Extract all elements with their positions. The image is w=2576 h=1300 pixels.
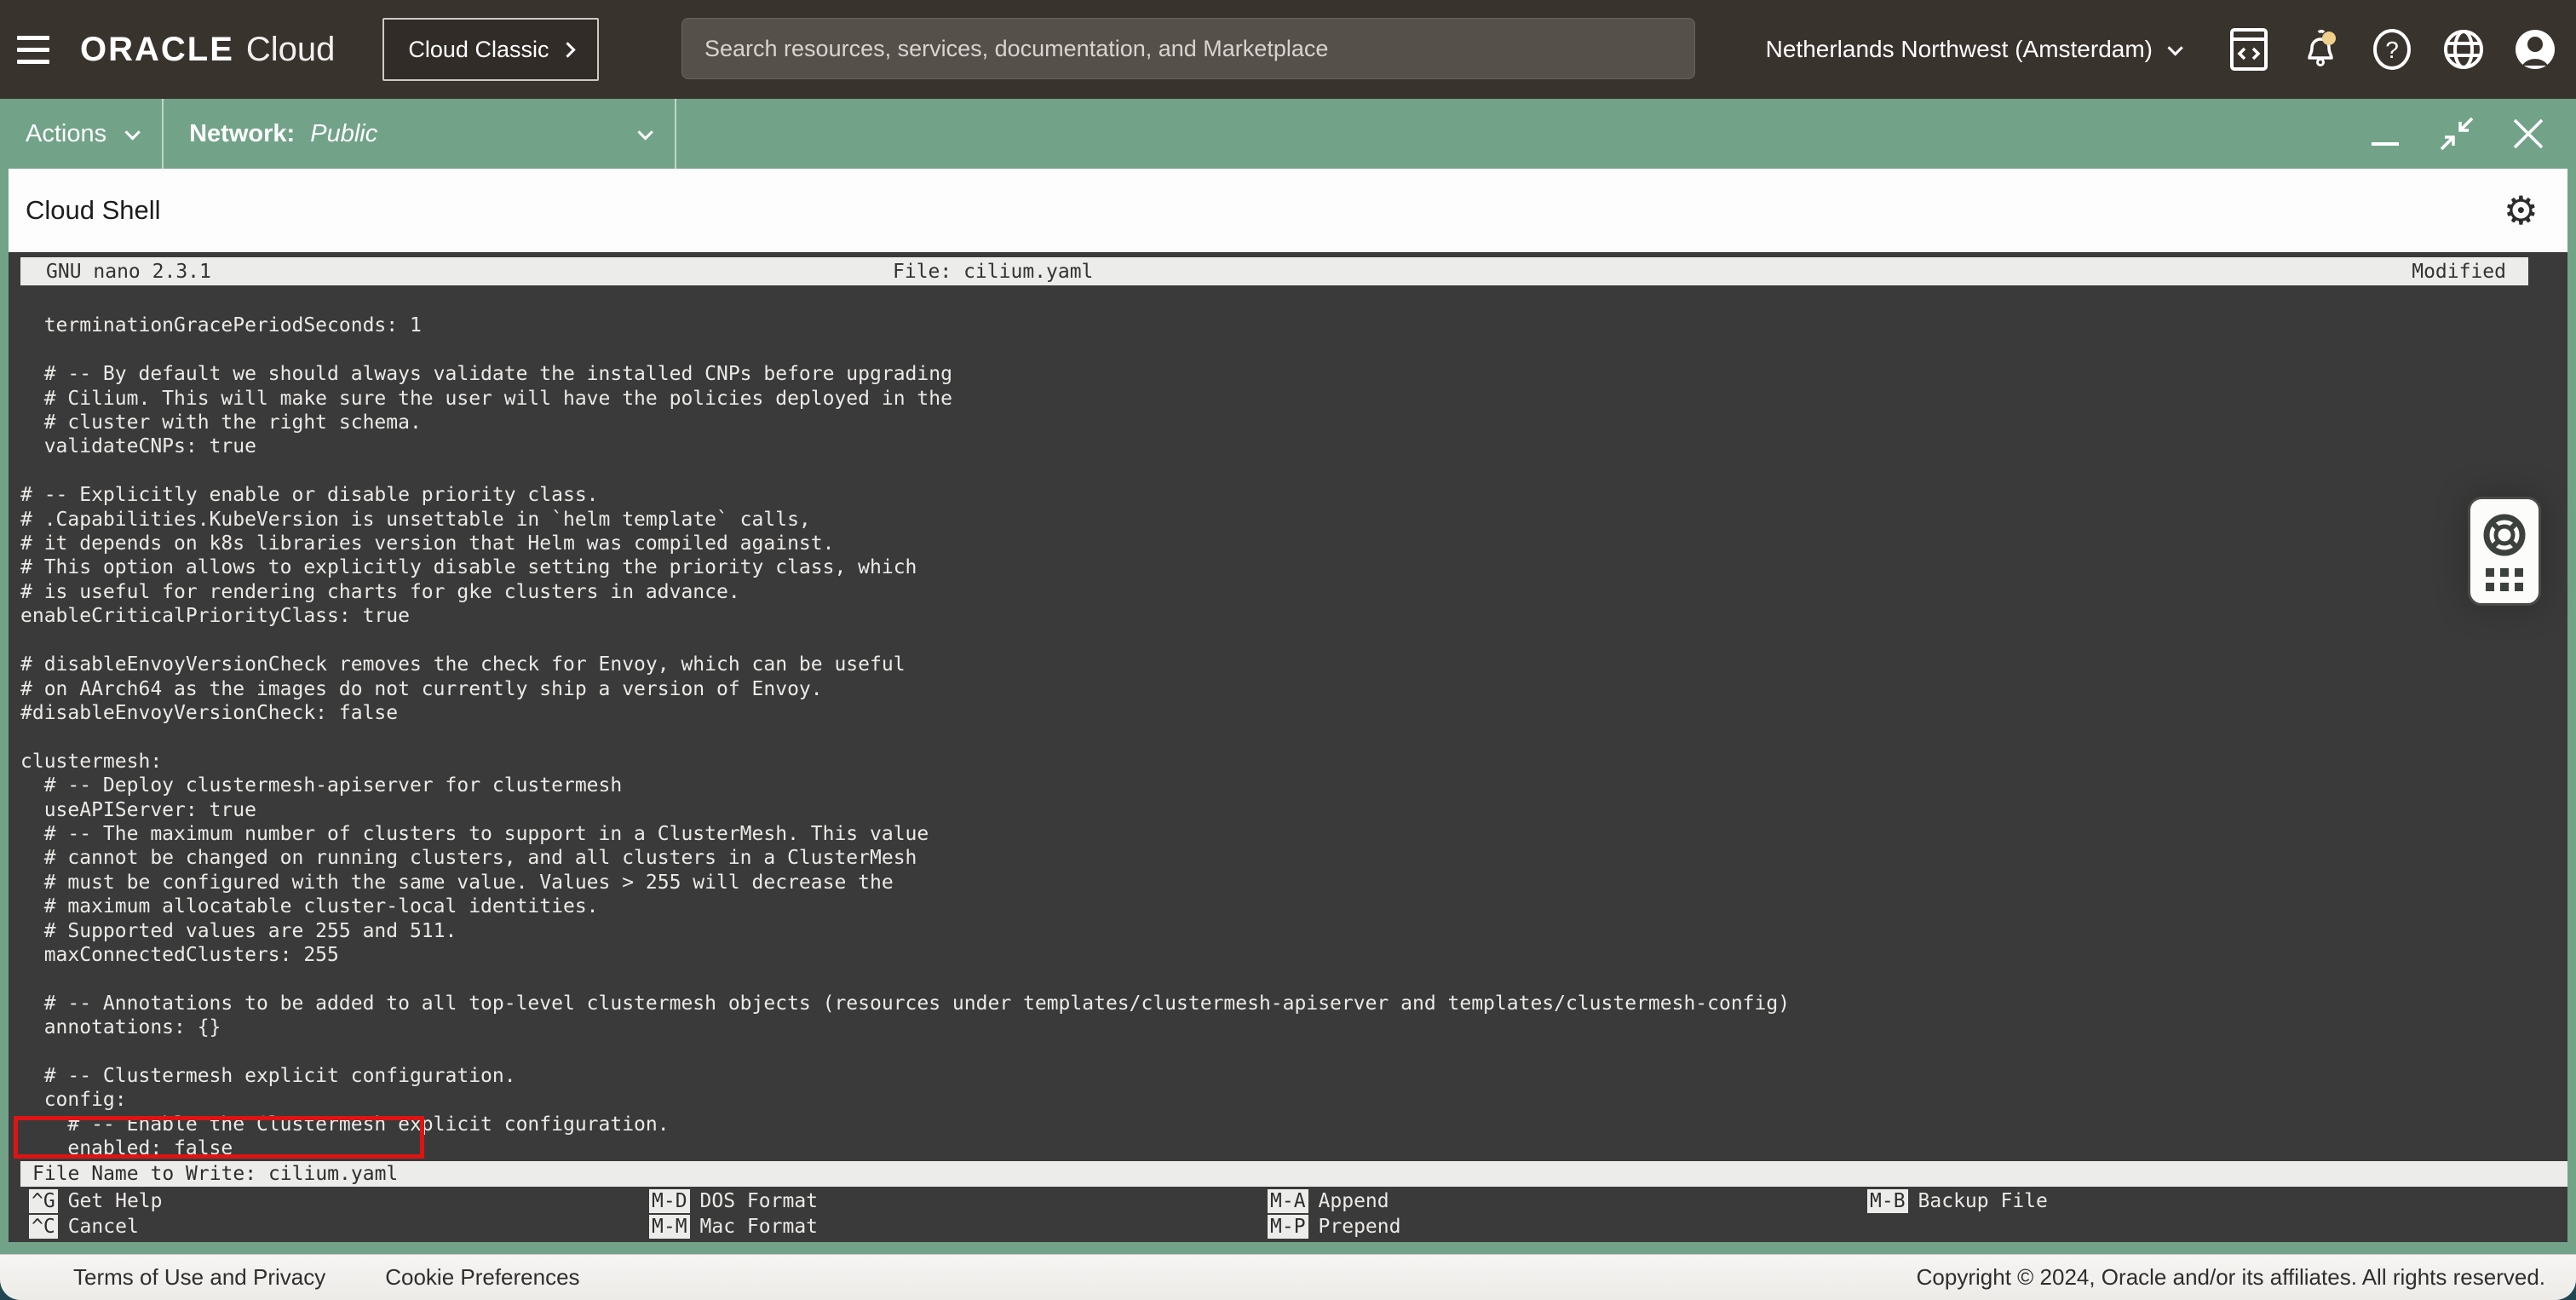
network-label: Network: [189,120,295,147]
chevron-right-icon [561,42,576,57]
terminal[interactable]: GNU nano 2.3.1 File: cilium.yaml Modifie… [9,252,2567,1242]
divider [675,99,676,169]
chevron-down-icon [125,124,141,140]
nano-version: GNU nano 2.3.1 [46,261,211,283]
nano-status-bar[interactable]: File Name to Write: cilium.yaml [20,1161,2567,1187]
network-value: Public [310,120,377,147]
nano-shortcut-row: ^CCancel M-MMac Format M-PPrepend [9,1215,2567,1240]
actions-dropdown[interactable]: Actions [0,99,162,169]
apps-grid-icon [2486,568,2523,591]
shortcut-get-help: ^GGet Help [29,1189,162,1213]
cloud-classic-button[interactable]: Cloud Classic [382,18,599,81]
shortcut-prepend: M-PPrepend [1268,1215,1400,1239]
minimize-button[interactable] [2349,99,2421,169]
actions-label: Actions [26,120,106,148]
cloud-shell-panel: Cloud Shell ⚙ GNU nano 2.3.1 File: ciliu… [0,169,2576,1254]
terms-link[interactable]: Terms of Use and Privacy [73,1264,325,1291]
region-label: Netherlands Northwest (Amsterdam) [1766,36,2153,63]
oracle-cloud-logo[interactable]: ORACLE Cloud [80,31,335,69]
console-footer: Terms of Use and Privacy Cookie Preferen… [0,1254,2576,1300]
nano-title-bar: GNU nano 2.3.1 File: cilium.yaml Modifie… [20,257,2528,285]
cloud-shell-icon[interactable] [2213,0,2285,99]
network-dropdown[interactable]: Network: Public [164,99,675,169]
cloud-shell-action-bar: Actions Network: Public [0,99,2576,169]
nano-filename: File: cilium.yaml [893,261,1093,283]
top-navigation-bar: ORACLE Cloud Cloud Classic Netherlands N… [0,0,2576,99]
network-label-group: Network: Public [189,120,377,148]
nano-file-content: terminationGracePeriodSeconds: 1 # -- By… [20,290,2556,1185]
shortcut-append: M-AAppend [1268,1189,1389,1213]
svg-text:?: ? [2385,37,2399,63]
footer-zone: Terms of Use and Privacy Cookie Preferen… [0,1254,2576,1300]
shortcut-dos-format: M-DDOS Format [649,1189,818,1213]
language-globe-icon[interactable] [2428,0,2499,99]
lifebuoy-help-icon [2481,512,2527,558]
shortcut-cancel: ^CCancel [29,1215,139,1239]
nano-status-text: File Name to Write: cilium.yaml [32,1163,398,1185]
restore-button[interactable] [2421,99,2493,169]
profile-avatar[interactable] [2499,0,2571,99]
oracle-cloud-console: ORACLE Cloud Cloud Classic Netherlands N… [0,0,2576,1300]
hamburger-menu-icon[interactable] [0,0,66,99]
nano-shortcut-row: ^GGet Help M-DDOS Format M-AAppend M-BBa… [9,1189,2567,1215]
chevron-down-icon [638,124,653,140]
settings-gear-icon[interactable]: ⚙ [2504,191,2539,230]
copyright-text: Copyright © 2024, Oracle and/or its affi… [1917,1264,2545,1291]
help-icon[interactable]: ? [2356,0,2428,99]
chevron-down-icon [2167,40,2182,55]
logo-oracle-text: ORACLE [80,31,234,69]
shortcut-backup-file: M-BBackup File [1867,1189,2048,1213]
notifications-bell-icon[interactable] [2285,0,2356,99]
cloud-shell-header: Cloud Shell ⚙ [9,169,2567,252]
logo-cloud-text: Cloud [246,31,336,69]
panel-title: Cloud Shell [26,195,161,226]
help-launcher-widget[interactable] [2468,497,2541,606]
close-button[interactable] [2493,99,2564,169]
region-selector[interactable]: Netherlands Northwest (Amsterdam) [1766,36,2179,63]
nano-modified-flag: Modified [2412,261,2506,283]
notification-badge [2322,32,2336,45]
cookie-preferences-link[interactable]: Cookie Preferences [385,1264,579,1291]
shortcut-mac-format: M-MMac Format [649,1215,818,1239]
search-input[interactable] [681,18,1695,79]
cloud-classic-label: Cloud Classic [408,37,549,63]
